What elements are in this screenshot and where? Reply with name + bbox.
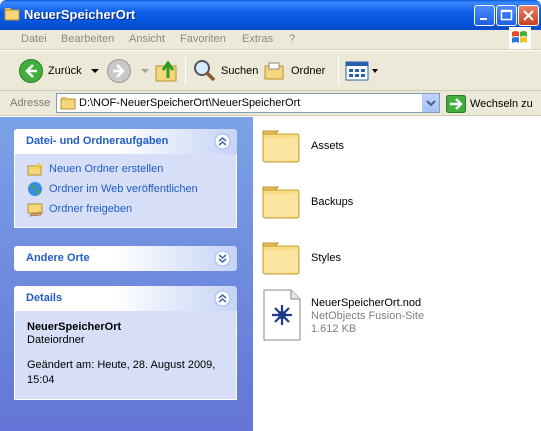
globe-icon: [28, 182, 42, 196]
panel-header[interactable]: Datei- und Ordneraufgaben: [14, 129, 237, 154]
details-modified: Geändert am: Heute, 28. August 2009,: [27, 359, 216, 371]
expand-icon[interactable]: [214, 250, 231, 267]
panel-title: Andere Orte: [26, 252, 90, 264]
search-icon: [194, 60, 216, 82]
toolbar: Zurück Suchen Ordner: [0, 51, 541, 91]
toolbar-separator: [185, 57, 186, 85]
folder-icon: [262, 242, 300, 275]
menu-datei[interactable]: Datei: [21, 33, 47, 45]
new-folder-icon: [27, 162, 43, 176]
toolbar-separator: [338, 57, 339, 85]
share-folder-icon: [27, 203, 43, 217]
minimize-icon: [480, 18, 487, 20]
details-type: Dateiordner: [27, 334, 85, 346]
task-pane: Datei- und Ordneraufgaben Neuen Ordner e…: [0, 117, 253, 431]
panel-header[interactable]: Details: [14, 286, 237, 311]
address-dropdown-button[interactable]: [422, 94, 439, 112]
details-modified-time: 15:04: [27, 374, 55, 386]
task-new-folder[interactable]: Neuen Ordner erstellen: [15, 159, 236, 179]
close-icon: [523, 10, 534, 21]
menu-bar: Datei Bearbeiten Ansicht Favoriten Extra…: [0, 30, 541, 50]
menu-bearbeiten[interactable]: Bearbeiten: [61, 33, 114, 45]
close-button[interactable]: [518, 5, 539, 26]
other-places-panel: Andere Orte: [14, 246, 237, 271]
forward-arrow-icon: [107, 59, 131, 83]
menu-extras[interactable]: Extras: [242, 33, 273, 45]
up-folder-button[interactable]: [154, 55, 180, 87]
folder-icon: [262, 130, 300, 163]
address-label: Adresse: [10, 97, 51, 109]
folder-icon: [262, 186, 300, 219]
folder-icon: [4, 8, 20, 21]
folder-icon: [60, 97, 76, 110]
details-name: NeuerSpeicherOrt: [27, 321, 122, 333]
chevron-down-icon[interactable]: [90, 67, 100, 75]
maximize-button[interactable]: [496, 5, 517, 26]
folders-icon: [264, 62, 284, 80]
task-publish-web[interactable]: Ordner im Web veröffentlichen: [15, 179, 236, 199]
go-arrow-icon: [446, 95, 466, 113]
go-button[interactable]: Wechseln zu: [446, 94, 533, 114]
views-icon: [345, 61, 369, 81]
up-folder-icon: [155, 60, 177, 82]
details-panel: Details NeuerSpeicherOrt Dateiordner Geä…: [14, 286, 237, 400]
file-list: Assets Backups Styles NeuerSpeicherOrt.n…: [253, 117, 541, 431]
panel-header[interactable]: Andere Orte: [14, 246, 237, 271]
address-bar: Adresse D:\NOF-NeuerSpeicherOrt\NeuerSpe…: [0, 91, 541, 116]
minimize-button[interactable]: [474, 5, 495, 26]
panel-title: Datei- und Ordneraufgaben: [26, 135, 169, 147]
menu-ansicht[interactable]: Ansicht: [129, 33, 165, 45]
file-folder-tasks-panel: Datei- und Ordneraufgaben Neuen Ordner e…: [14, 129, 237, 228]
panel-title: Details: [26, 292, 63, 304]
forward-button[interactable]: [106, 55, 150, 87]
windows-logo-icon: [509, 27, 531, 49]
collapse-icon[interactable]: [214, 133, 231, 150]
chevron-down-icon: [426, 100, 436, 107]
task-share-folder[interactable]: Ordner freigeben: [15, 199, 236, 219]
search-button[interactable]: Suchen: [191, 55, 258, 87]
back-button[interactable]: Zurück: [18, 55, 100, 87]
maximize-icon: [500, 9, 513, 21]
menu-help[interactable]: ?: [289, 33, 295, 45]
back-arrow-icon: [19, 59, 43, 83]
collapse-icon[interactable]: [214, 290, 231, 307]
window-title: NeuerSpeicherOrt: [24, 7, 136, 22]
chevron-down-icon: [372, 69, 378, 73]
address-path[interactable]: D:\NOF-NeuerSpeicherOrt\NeuerSpeicherOrt: [79, 97, 300, 109]
nof-site-file-icon: [263, 289, 301, 341]
folders-button[interactable]: Ordner: [263, 55, 325, 87]
title-bar[interactable]: NeuerSpeicherOrt: [0, 0, 541, 30]
address-input[interactable]: D:\NOF-NeuerSpeicherOrt\NeuerSpeicherOrt: [56, 93, 440, 113]
views-button[interactable]: [345, 55, 379, 87]
menu-favoriten[interactable]: Favoriten: [180, 33, 226, 45]
chevron-down-icon[interactable]: [140, 67, 150, 75]
